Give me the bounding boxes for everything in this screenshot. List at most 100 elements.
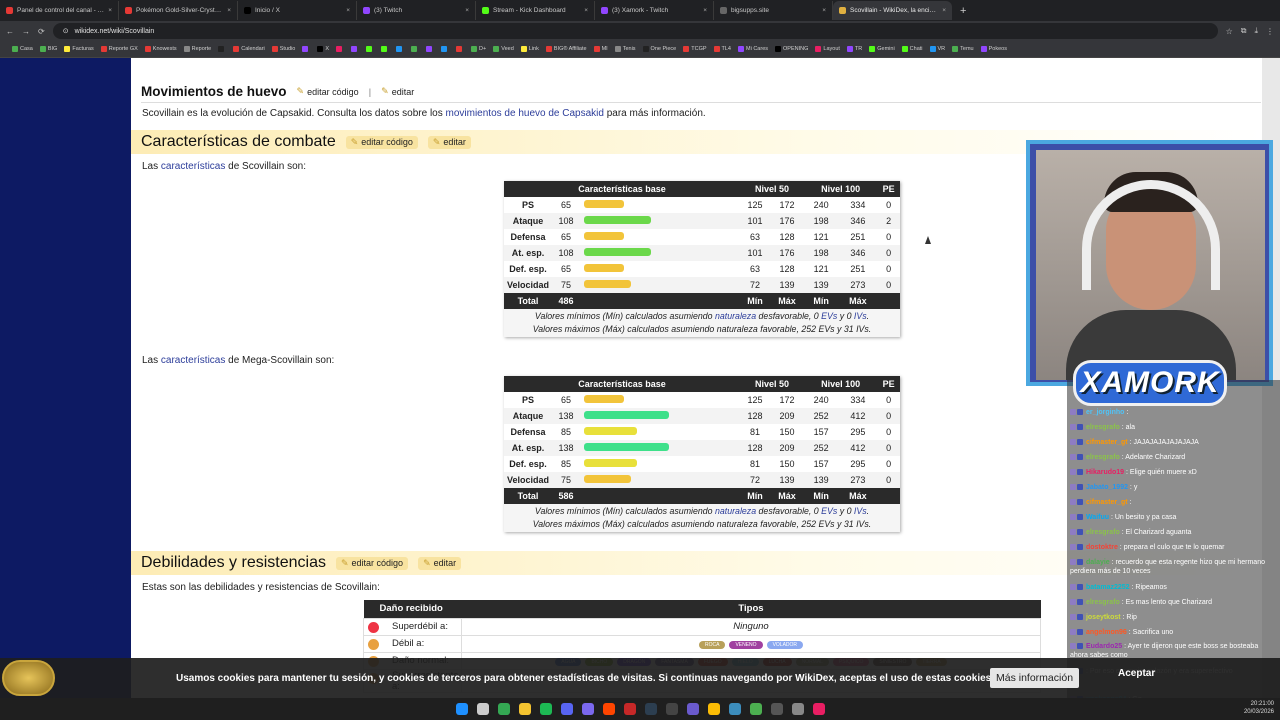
taskbar-app-icon[interactable] <box>791 703 804 715</box>
bookmark-item[interactable]: TL4 <box>713 46 731 52</box>
bookmark-item[interactable]: Casa <box>12 46 33 52</box>
taskbar-app-icon[interactable] <box>476 703 489 715</box>
nature-link[interactable]: naturaleza <box>715 506 756 516</box>
close-icon[interactable]: × <box>822 7 826 14</box>
bookmark-item[interactable]: D+ <box>471 46 486 52</box>
edit-code-link[interactable]: ✎ editar código <box>335 556 409 570</box>
bookmark-item[interactable] <box>456 46 464 52</box>
chat-username[interactable]: joseytkost <box>1086 614 1121 621</box>
type-badge[interactable]: ROCA <box>698 641 726 649</box>
back-icon[interactable]: ← <box>6 27 14 36</box>
close-icon[interactable]: × <box>465 7 469 14</box>
browser-tab[interactable]: Scovillain - WikiDex, la enciclop × <box>833 1 952 20</box>
browser-tab[interactable]: (3) Xamork - Twitch × <box>595 1 714 20</box>
bookmark-item[interactable]: BIG <box>39 46 57 52</box>
taskbar-app-icon[interactable] <box>644 703 657 715</box>
chat-username[interactable]: cifmaster_gt <box>1086 439 1128 446</box>
characteristics-link[interactable]: características <box>161 355 225 366</box>
close-icon[interactable]: × <box>227 7 231 14</box>
bookmark-item[interactable]: VR <box>929 46 945 52</box>
chat-username[interactable]: Waifuu <box>1086 514 1109 521</box>
bookmark-item[interactable]: OPENING <box>775 46 808 52</box>
chat-username[interactable]: elresgrafo <box>1086 599 1120 606</box>
browser-tab[interactable]: (3) Twitch × <box>357 1 476 20</box>
taskbar-app-icon[interactable] <box>455 703 468 715</box>
chat-username[interactable]: elresgrafo <box>1086 454 1120 461</box>
browser-tab[interactable]: Stream - Kick Dashboard × <box>476 1 595 20</box>
bookmark-item[interactable] <box>336 46 344 52</box>
edit-code-link[interactable]: ✎ editar código <box>345 135 418 149</box>
bookmark-item[interactable] <box>441 46 449 52</box>
edit-code-link[interactable]: ✎ editar código <box>297 86 359 97</box>
bookmark-item[interactable]: Mi Cares <box>738 46 768 52</box>
bookmark-item[interactable]: Veed <box>493 46 514 52</box>
taskbar-app-icon[interactable] <box>518 703 531 715</box>
bookmark-item[interactable]: One Piece <box>642 46 676 52</box>
bookmark-item[interactable] <box>411 46 419 52</box>
bookmark-item[interactable]: Pokeos <box>980 46 1007 52</box>
browser-tab[interactable]: bigsupps.site × <box>714 1 833 20</box>
chat-username[interactable]: cifmaster_gt <box>1086 499 1128 506</box>
ivs-link[interactable]: IVs <box>854 506 867 516</box>
edit-link[interactable]: ✎ editar <box>381 86 414 97</box>
bookmark-item[interactable]: Link <box>520 46 539 52</box>
taskbar-app-icon[interactable] <box>812 703 825 715</box>
close-icon[interactable]: × <box>584 7 588 14</box>
bookmark-item[interactable]: Reporte <box>183 46 211 52</box>
bookmark-item[interactable] <box>351 46 359 52</box>
forward-icon[interactable]: → <box>22 27 30 36</box>
bookmark-item[interactable]: Layout <box>815 46 840 52</box>
taskbar-app-icon[interactable] <box>539 703 552 715</box>
bookmark-item[interactable]: Facturas <box>64 46 94 52</box>
taskbar-app-icon[interactable] <box>623 703 636 715</box>
bookmark-item[interactable]: Calendari <box>233 46 265 52</box>
bookmark-item[interactable]: X <box>317 46 329 52</box>
close-icon[interactable]: × <box>108 7 112 14</box>
chat-username[interactable]: er_jorginho <box>1086 409 1125 416</box>
chat-username[interactable]: Hikarudo19 <box>1086 469 1124 476</box>
bookmark-item[interactable] <box>302 46 310 52</box>
bookmark-item[interactable] <box>396 46 404 52</box>
taskbar-app-icon[interactable] <box>707 703 720 715</box>
ivs-link[interactable]: IVs <box>854 311 867 321</box>
egg-moves-link[interactable]: movimientos de huevo de Capsakid <box>446 108 604 119</box>
bookmark-item[interactable] <box>381 46 389 52</box>
nature-link[interactable]: naturaleza <box>715 311 756 321</box>
bookmark-item[interactable] <box>426 46 434 52</box>
chat-username[interactable]: Eudardo25 <box>1086 643 1122 650</box>
evs-link[interactable]: EVs <box>821 311 837 321</box>
bookmark-item[interactable]: Reporte GX <box>100 46 138 52</box>
chat-username[interactable]: angelmon96 <box>1086 629 1127 636</box>
edit-link[interactable]: ✎ editar <box>427 135 471 149</box>
menu-icon[interactable]: ⋮ <box>1266 27 1274 36</box>
browser-tab[interactable]: Panel de control del canal - Yo × <box>0 1 119 20</box>
bookmark-item[interactable]: Chati <box>901 46 923 52</box>
close-icon[interactable]: × <box>703 7 707 14</box>
extensions-icon[interactable]: ⧉ <box>1241 26 1247 36</box>
bookmark-item[interactable] <box>366 46 374 52</box>
accept-button[interactable]: Aceptar <box>1118 668 1155 679</box>
chat-username[interactable]: batamaz2252 <box>1086 584 1130 591</box>
taskbar-app-icon[interactable] <box>497 703 510 715</box>
chat-username[interactable]: dostoktre <box>1086 544 1118 551</box>
chat-username[interactable]: elresgrafo <box>1086 529 1120 536</box>
characteristics-link[interactable]: características <box>161 161 225 172</box>
bookmark-item[interactable]: Studio <box>271 46 295 52</box>
taskbar-app-icon[interactable] <box>602 703 615 715</box>
site-info-icon[interactable]: ⊙ <box>63 27 69 35</box>
bookmark-item[interactable]: TCGP <box>683 46 707 52</box>
evs-link[interactable]: EVs <box>821 506 837 516</box>
bookmark-item[interactable]: MI <box>593 46 608 52</box>
more-info-button[interactable]: Más información <box>990 668 1080 688</box>
taskbar-app-icon[interactable] <box>728 703 741 715</box>
taskbar-app-icon[interactable] <box>686 703 699 715</box>
chat-username[interactable]: elresgrafo <box>1086 424 1120 431</box>
chat-username[interactable]: Jabato_1992 <box>1086 484 1128 491</box>
taskbar-app-icon[interactable] <box>560 703 573 715</box>
taskbar-app-icon[interactable] <box>581 703 594 715</box>
bookmark-item[interactable]: Gemini <box>869 46 895 52</box>
taskbar-app-icon[interactable] <box>770 703 783 715</box>
browser-tab[interactable]: Pokémon Gold-Silver-Crystal - × <box>119 1 238 20</box>
bookmark-item[interactable]: BIG® Affiliate <box>545 46 587 52</box>
close-icon[interactable]: × <box>942 7 946 14</box>
